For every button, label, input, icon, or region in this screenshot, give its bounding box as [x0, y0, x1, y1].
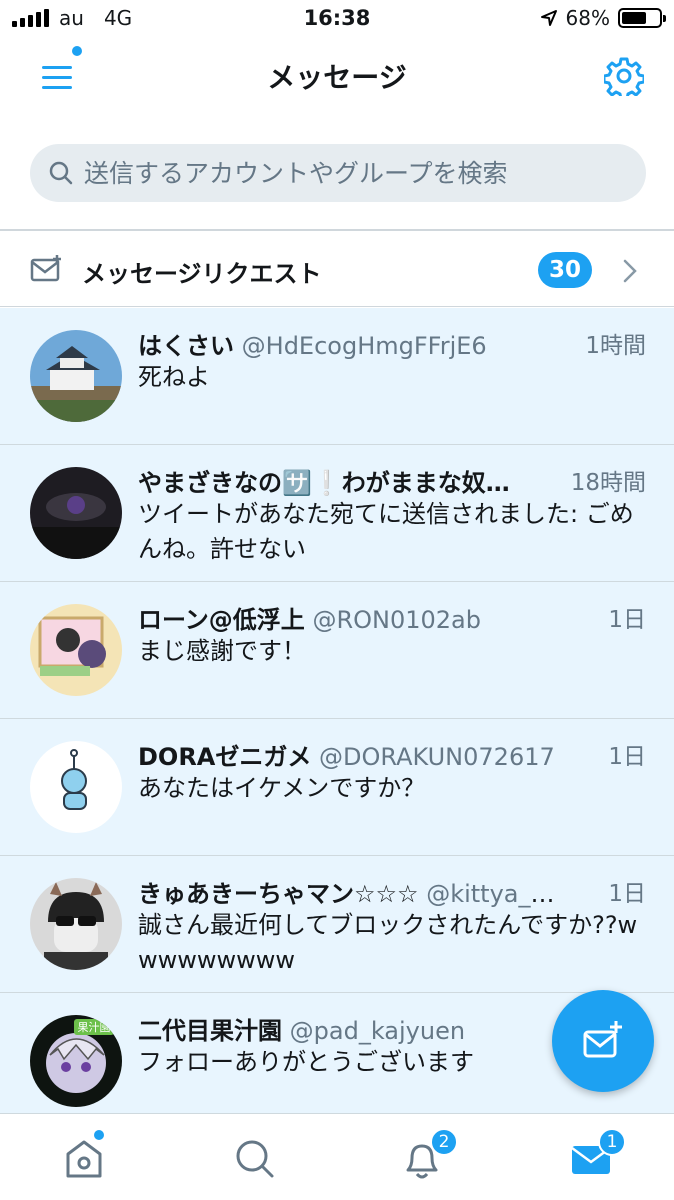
divider	[0, 229, 674, 231]
new-message-button[interactable]	[552, 990, 654, 1092]
conversation-name: きゅあきーちゃマン☆☆☆	[138, 880, 419, 908]
search-icon	[49, 161, 73, 185]
conversation-name: 二代目果汁園	[138, 1017, 282, 1045]
battery-fill	[622, 12, 647, 24]
messages-badge: 1	[598, 1128, 626, 1156]
conversation-time: 1時間	[585, 333, 646, 359]
conversation-preview: まじ感謝です！	[138, 637, 306, 665]
search-bar[interactable]	[30, 144, 646, 202]
conversation-row[interactable]: やまざきなの🈂️❕わがままな奴… 18時間 ツイートがあなた宛てに送信されました…	[0, 445, 674, 582]
conversation-title: DORAゼニガメ @DORAKUN072617	[138, 737, 558, 772]
divider	[0, 306, 674, 307]
conversation-handle: @pad_kajyuen	[289, 1017, 466, 1045]
avatar-badge-text: 果汁園	[78, 1021, 111, 1034]
conversation-handle: @HdEcogHmgFFrjE6	[241, 332, 487, 360]
avatar[interactable]: 果汁園	[30, 1015, 122, 1107]
conversation-preview: あなたはイケメンですか？	[138, 774, 426, 802]
avatar[interactable]	[30, 604, 122, 696]
conversation-title: やまざきなの🈂️❕わがままな奴…	[138, 463, 558, 498]
conversation-time: 1日	[608, 744, 646, 770]
status-bar: au 4G 16:38 68%	[0, 0, 674, 36]
battery-icon	[618, 8, 666, 28]
tab-search[interactable]	[230, 1134, 278, 1182]
page-title: メッセージ	[267, 61, 407, 94]
message-requests-label: メッセージリクエスト	[82, 260, 322, 288]
home-icon	[66, 1140, 102, 1178]
conversation-row[interactable]: ローン@低浮上 @RON0102ab 1日 まじ感謝です！	[0, 582, 674, 719]
conversation-time: 1日	[608, 607, 646, 633]
conversation-title: はくさい @HdEcogHmgFFrjE6	[138, 326, 558, 361]
conversation-title: ローン@低浮上 @RON0102ab	[138, 600, 558, 635]
tab-bar: 2 1	[0, 1113, 674, 1200]
chevron-right-icon	[623, 259, 637, 283]
conversation-row[interactable]: DORAゼニガメ @DORAKUN072617 1日 あなたはイケメンですか？	[0, 719, 674, 856]
conversation-name: はくさい	[138, 332, 234, 360]
conversation-row[interactable]: きゅあきーちゃマン☆☆☆ @kittya_0… 1日 誠さん最近何してブロックさ…	[0, 856, 674, 993]
conversation-time: 1日	[608, 881, 646, 907]
conversation-list: はくさい @HdEcogHmgFFrjE6 1時間 死ねよ やまざきなの🈂️❕わ…	[0, 308, 674, 1113]
gear-icon[interactable]	[604, 56, 644, 96]
conversation-handle: @DORAKUN072617	[319, 743, 555, 771]
conversation-time: 18時間	[570, 470, 646, 496]
avatar[interactable]	[30, 878, 122, 970]
conversation-name: ローン@低浮上	[138, 606, 305, 634]
conversation-row[interactable]: はくさい @HdEcogHmgFFrjE6 1時間 死ねよ	[0, 308, 674, 445]
conversation-preview: ツイートがあなた宛てに送信されました: ごめんね。許せない	[138, 500, 634, 563]
compose-message-icon	[583, 1021, 622, 1058]
search-icon	[236, 1140, 274, 1178]
conversation-preview: 死ねよ	[138, 363, 210, 391]
location-icon	[540, 10, 557, 26]
home-notification-dot	[94, 1130, 104, 1140]
menu-notification-dot	[72, 46, 82, 56]
search-input[interactable]	[84, 158, 604, 188]
requests-count-badge: 30	[538, 252, 592, 288]
header: メッセージ	[0, 36, 674, 120]
avatar[interactable]	[30, 330, 122, 422]
message-requests-row[interactable]: メッセージリクエスト 30	[0, 232, 674, 308]
tab-home[interactable]	[60, 1134, 108, 1182]
status-right: 68%	[540, 6, 666, 30]
conversation-title: 二代目果汁園 @pad_kajyuen	[138, 1011, 558, 1046]
conversation-name: DORAゼニガメ	[138, 743, 312, 771]
conversation-handle: @RON0102ab	[312, 606, 481, 634]
battery-percent: 68%	[565, 6, 610, 30]
notifications-badge: 2	[430, 1128, 458, 1156]
envelope-plus-icon	[30, 255, 61, 282]
conversation-title: きゅあきーちゃマン☆☆☆ @kittya_0…	[138, 874, 558, 909]
avatar[interactable]	[30, 741, 122, 833]
avatar[interactable]	[30, 467, 122, 559]
conversation-preview: 誠さん最近何してブロックされたんですか??wwwwwwwww	[138, 911, 638, 974]
conversation-name: やまざきなの🈂️❕わがままな奴…	[138, 469, 510, 497]
conversation-handle: @kittya_0…	[426, 880, 558, 908]
